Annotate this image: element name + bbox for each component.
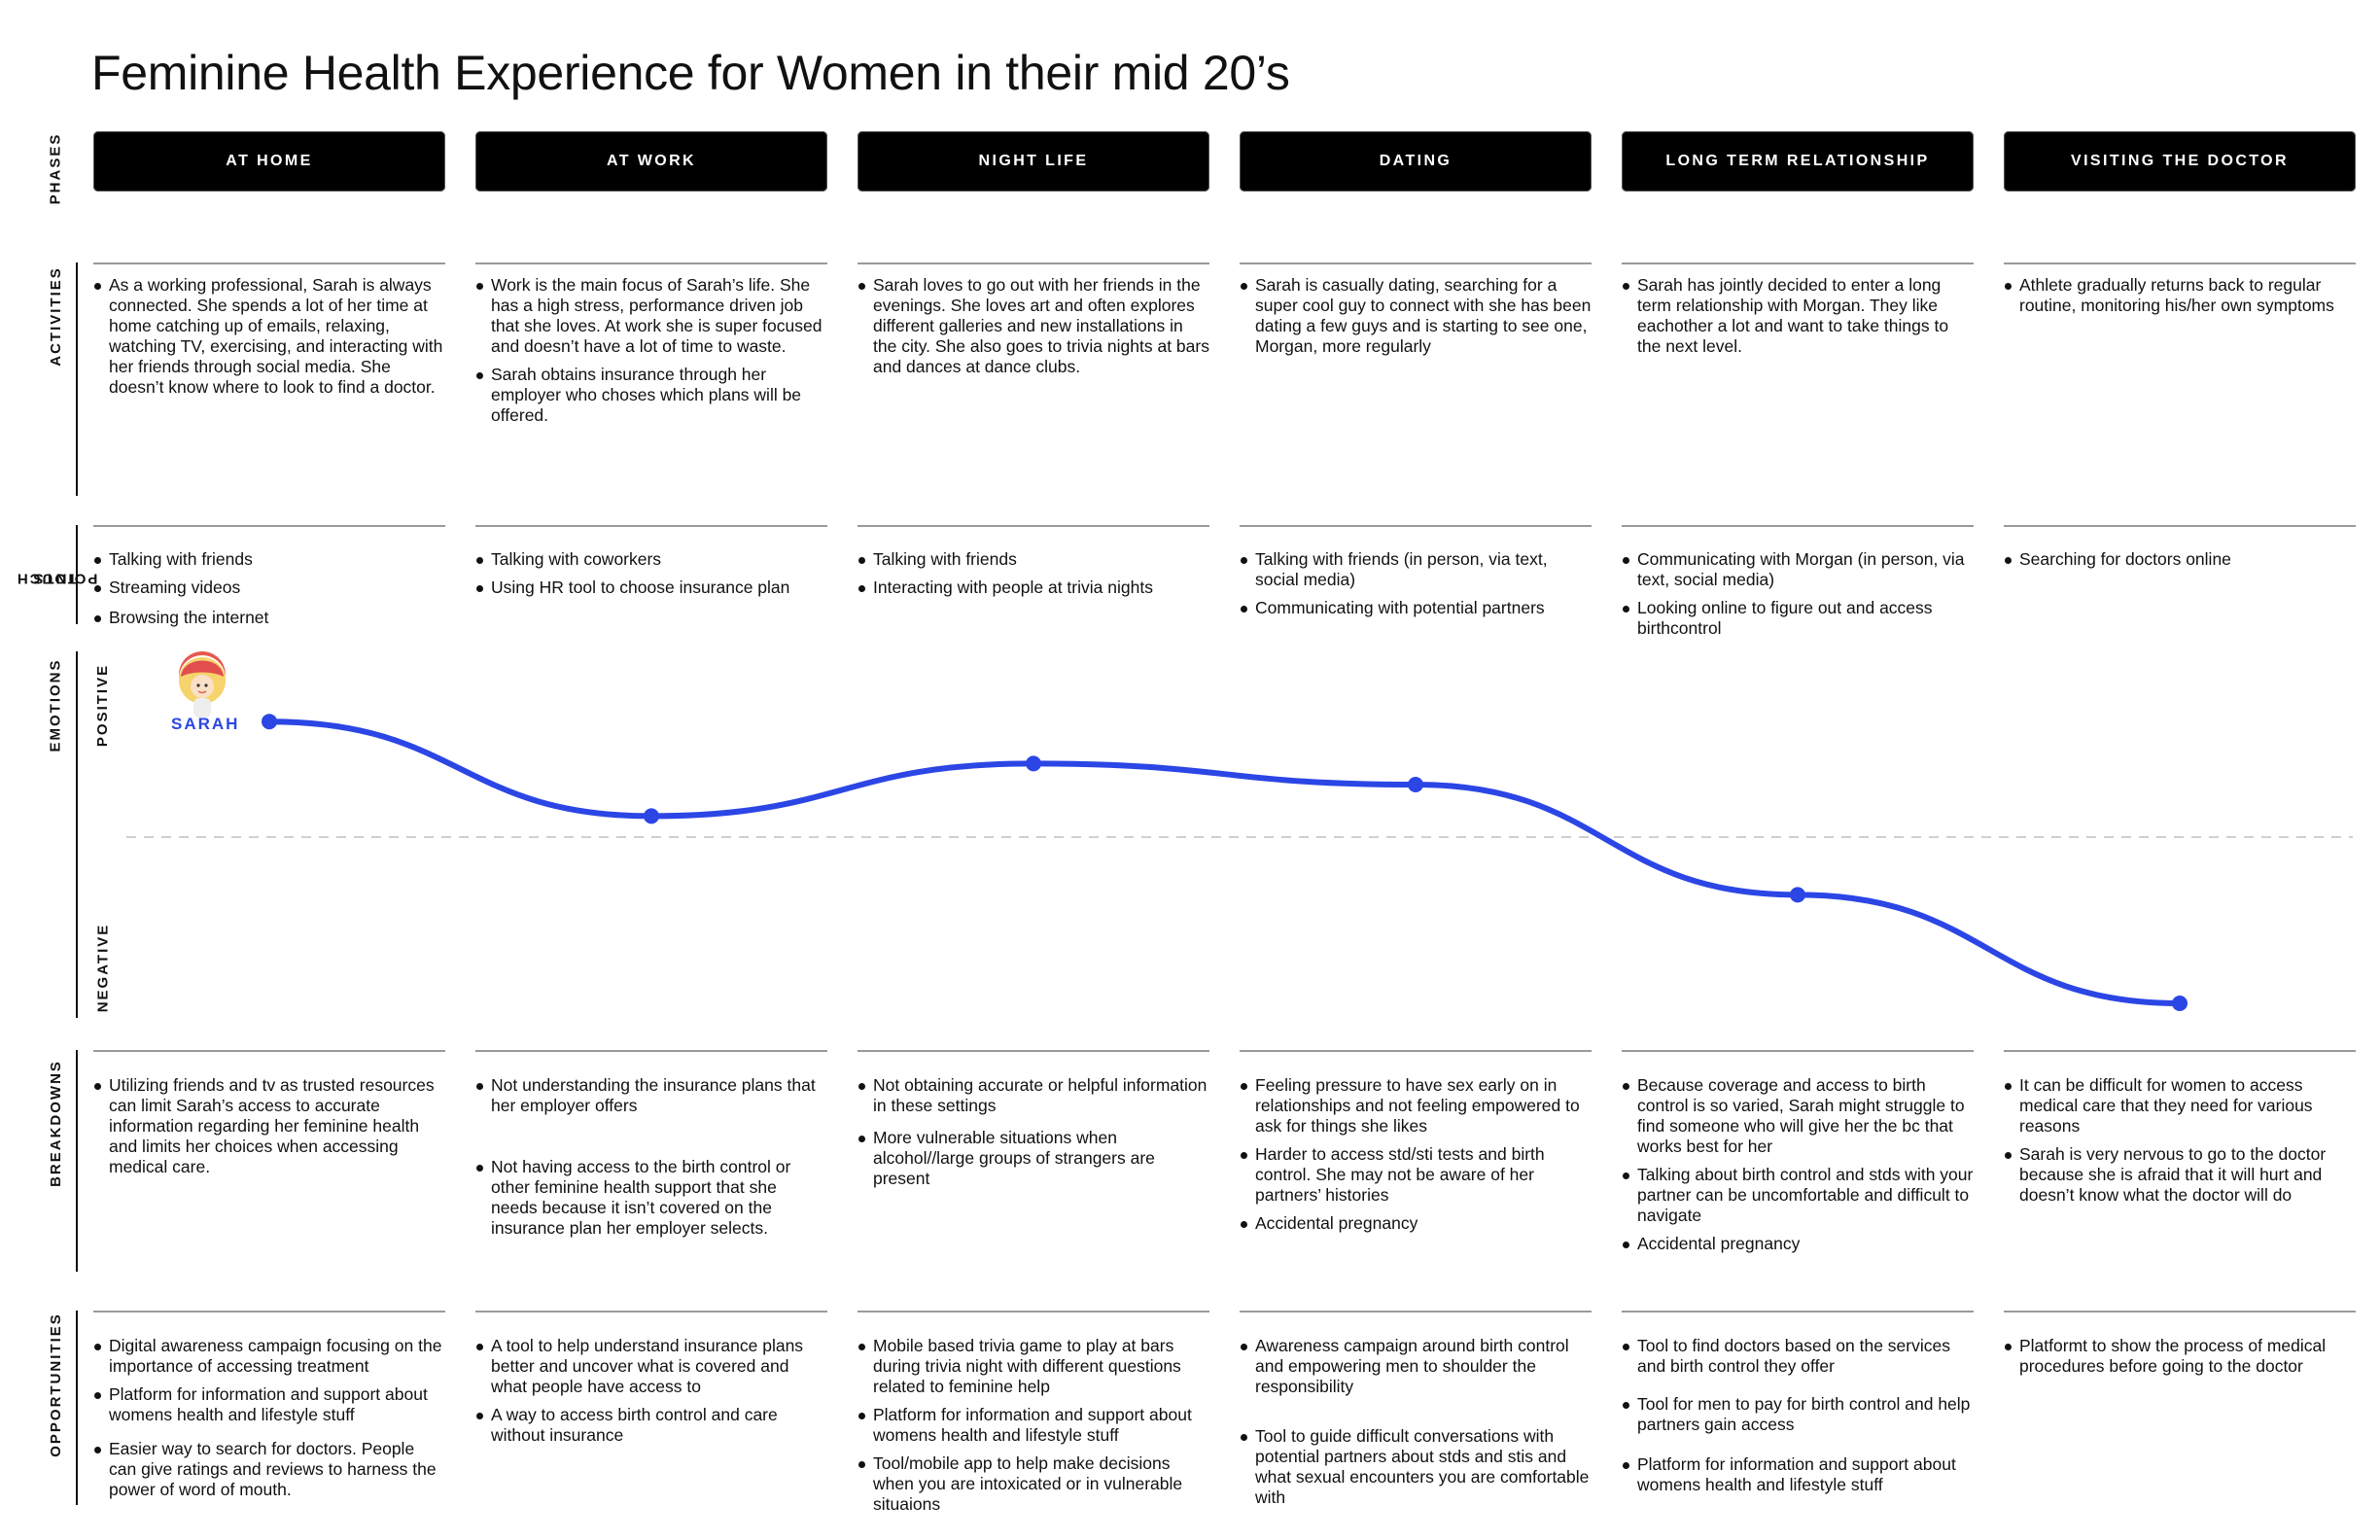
emotion-point	[1790, 887, 1805, 903]
emotion-curve-line	[266, 718, 2183, 1006]
emotion-point	[644, 808, 659, 824]
emotion-point	[1408, 777, 1423, 792]
emotion-point	[2172, 996, 2188, 1011]
emotion-point	[1026, 755, 1041, 772]
emotion-curve-chart	[126, 651, 2353, 1011]
emotion-point	[262, 714, 277, 730]
persona-name: SARAH	[171, 715, 240, 733]
sarah-avatar	[179, 651, 226, 718]
